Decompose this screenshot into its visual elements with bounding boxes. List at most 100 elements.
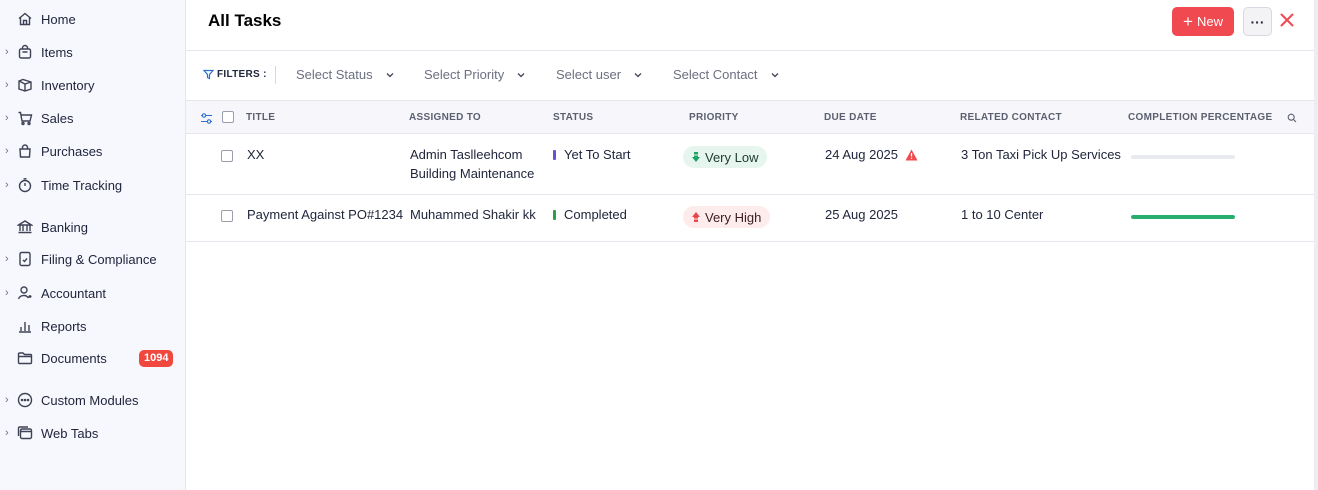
status-cell: Yet To Start [553, 145, 631, 164]
sidebar-item-reports[interactable]: Reports [0, 311, 186, 341]
sidebar-item-label: Sales [41, 111, 74, 126]
sidebar-item-banking[interactable]: Banking [0, 212, 186, 242]
contact-filter-select[interactable]: Select Contact [673, 67, 780, 82]
column-header-due-date[interactable]: DUE DATE [824, 112, 877, 123]
priority-text: Very Low [705, 149, 759, 165]
filters-label: FILTERS : [203, 69, 267, 80]
status-text: Yet To Start [564, 147, 631, 162]
sidebar-item-filing-compliance[interactable]: › Filing & Compliance [0, 244, 186, 274]
filter-icon [203, 69, 214, 80]
bag-icon [17, 143, 33, 159]
search-icon[interactable] [1287, 113, 1297, 123]
user-filter-label: Select user [556, 67, 622, 82]
priority-filter-select[interactable]: Select Priority [424, 67, 526, 82]
assigned-to: Admin Taslleehcom Building Maintenance [410, 145, 534, 183]
sidebar-item-label: Inventory [41, 78, 95, 93]
row-checkbox[interactable] [221, 210, 233, 222]
web-tabs-icon [17, 425, 33, 441]
priority-badge: Very Low [683, 146, 768, 168]
cart-icon [17, 110, 33, 126]
select-all-checkbox[interactable] [222, 111, 234, 123]
sidebar-item-inventory[interactable]: › Inventory [0, 70, 186, 100]
sidebar-item-label: Web Tabs [41, 426, 99, 441]
task-title[interactable]: XX [247, 145, 264, 164]
priority-text: Very High [705, 209, 762, 225]
document-icon [17, 251, 33, 267]
sidebar-item-label: Documents [41, 351, 107, 366]
box-icon [17, 77, 33, 93]
user-filter-select[interactable]: Select user [556, 67, 643, 82]
chevron-right-icon: › [5, 145, 9, 157]
bank-icon [16, 219, 34, 235]
sidebar-item-sales[interactable]: › Sales [0, 103, 186, 133]
plus-icon: + [1183, 11, 1193, 31]
folder-icon [17, 350, 33, 366]
sidebar-item-web-tabs[interactable]: › Web Tabs [0, 418, 186, 448]
sidebar-item-label: Accountant [41, 286, 107, 301]
completion-progress-bar [1131, 155, 1235, 159]
sidebar-item-purchases[interactable]: › Purchases [0, 136, 186, 166]
column-settings-icon[interactable] [200, 112, 213, 125]
sidebar-item-label: Items [41, 45, 73, 60]
chevron-right-icon: › [5, 287, 9, 299]
status-indicator [553, 209, 556, 220]
sidebar-item-label: Filing & Compliance [41, 252, 157, 267]
new-button-label: New [1196, 14, 1223, 29]
status-filter-label: Select Status [296, 67, 373, 82]
table-row[interactable]: XX Admin Taslleehcom Building Maintenanc… [186, 134, 1314, 195]
sidebar-item-label: Home [41, 12, 76, 27]
sidebar-item-home[interactable]: Home [0, 4, 186, 34]
assignee-name: Building Maintenance [410, 166, 535, 181]
sidebar-item-items[interactable]: › Items [0, 37, 186, 67]
home-icon [17, 11, 33, 27]
column-header-status[interactable]: STATUS [553, 112, 593, 123]
completion-progress-bar [1131, 215, 1235, 219]
sidebar-item-time-tracking[interactable]: › Time Tracking [0, 170, 186, 200]
column-header-completion-percentage[interactable]: COMPLETION PERCENTAGE [1128, 112, 1272, 123]
column-header-title[interactable]: TITLE [246, 112, 275, 123]
table-header: TITLE ASSIGNED TO STATUS PRIORITY DUE DA… [186, 101, 1314, 134]
priority-badge: Very High [683, 206, 771, 228]
related-contact[interactable]: 3 Ton Taxi Pick Up Services [961, 145, 1121, 164]
column-header-assigned-to[interactable]: ASSIGNED TO [409, 112, 481, 123]
sidebar-item-label: Time Tracking [41, 178, 123, 193]
table-row[interactable]: Payment Against PO#1234 Muhammed Shakir … [186, 195, 1314, 242]
status-filter-select[interactable]: Select Status [296, 67, 395, 82]
due-date-text: 25 Aug 2025 [825, 207, 899, 222]
chevron-down-icon [386, 72, 394, 77]
sidebar-item-custom-modules[interactable]: › Custom Modules [0, 385, 186, 415]
sidebar-item-documents[interactable]: Documents 1094 [0, 343, 186, 373]
chevron-right-icon: › [5, 394, 9, 406]
filter-bar: FILTERS : Select Status Select Priority … [186, 51, 1314, 101]
page-header: All Tasks + New ··· [186, 0, 1314, 51]
sidebar-item-accountant[interactable]: › Accountant [0, 278, 186, 308]
sidebar-item-label: Purchases [41, 144, 103, 159]
column-header-priority[interactable]: PRIORITY [689, 112, 739, 123]
due-date-cell: 25 Aug 2025 [825, 205, 898, 224]
chevron-right-icon: › [5, 253, 9, 265]
chevron-right-icon: › [5, 79, 9, 91]
filters-label-text: FILTERS : [217, 69, 267, 80]
completion-progress-fill [1131, 215, 1235, 219]
task-title[interactable]: Payment Against PO#1234 [247, 205, 403, 224]
main-content: All Tasks + New ··· FILTERS : Select Sta… [186, 0, 1318, 490]
stopwatch-icon [17, 177, 33, 193]
close-icon[interactable] [1277, 10, 1297, 30]
column-header-related-contact[interactable]: RELATED CONTACT [960, 112, 1062, 123]
due-date-text: 24 Aug 2025 [825, 147, 899, 162]
chevron-right-icon: › [5, 427, 9, 439]
priority-filter-label: Select Priority [424, 67, 505, 82]
chevron-right-icon: › [5, 112, 9, 124]
divider [275, 66, 276, 84]
modules-icon [17, 392, 33, 408]
more-options-button[interactable]: ··· [1243, 7, 1272, 36]
sidebar-item-label: Custom Modules [41, 393, 139, 408]
more-options-label: ··· [1250, 13, 1265, 30]
related-contact[interactable]: 1 to 10 Center [961, 205, 1043, 224]
chevron-right-icon: › [5, 179, 9, 191]
new-task-button[interactable]: + New [1172, 7, 1234, 36]
bar-chart-icon [17, 318, 33, 334]
row-checkbox[interactable] [221, 150, 233, 162]
due-date-cell: 24 Aug 2025 [825, 145, 918, 164]
chevron-right-icon: › [5, 46, 9, 58]
